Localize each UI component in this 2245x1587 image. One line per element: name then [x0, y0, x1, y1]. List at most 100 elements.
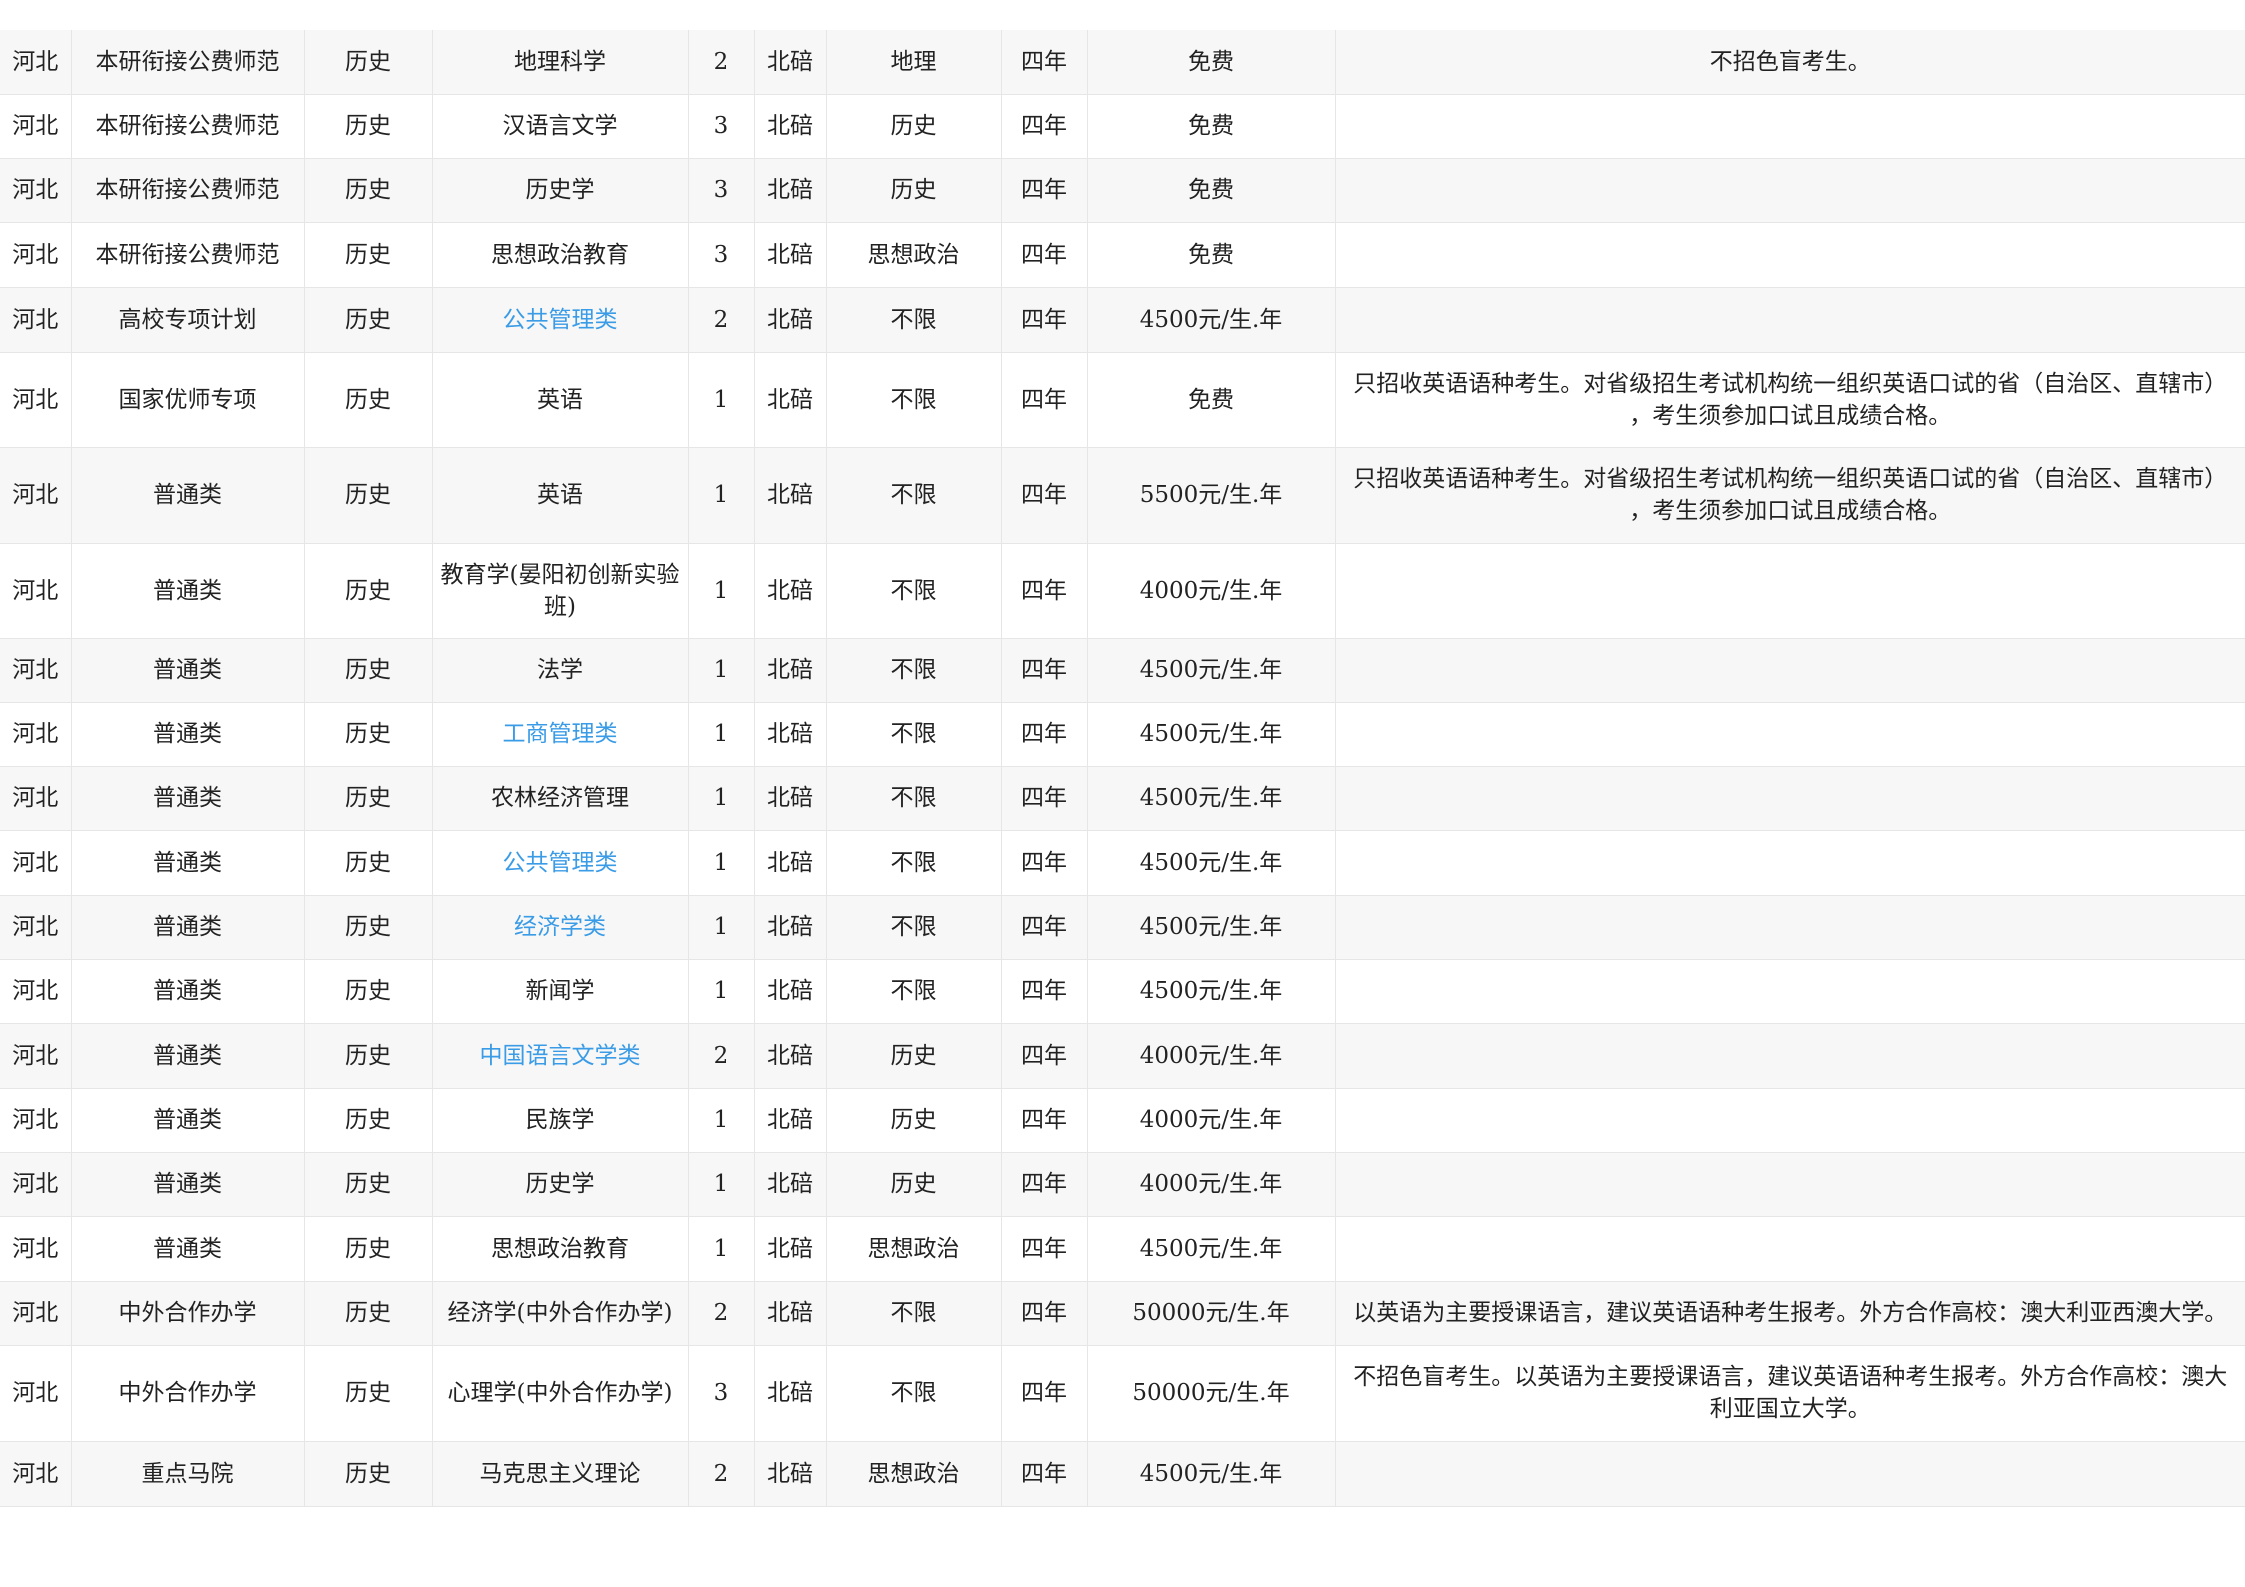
duration-cell: 四年	[1001, 638, 1088, 703]
major-cell[interactable]: 工商管理类	[432, 702, 689, 767]
fee-cell: 4500元/生.年	[1087, 766, 1336, 831]
subject-cell: 历史	[304, 30, 433, 95]
campus-cell: 北碚	[754, 830, 827, 896]
count-cell: 3	[688, 158, 755, 223]
requirement-cell: 不限	[826, 1345, 1002, 1442]
major-cell: 教育学(晏阳初创新实验班)	[432, 543, 689, 639]
fee-cell: 4500元/生.年	[1087, 830, 1336, 896]
major-cell[interactable]: 公共管理类	[432, 287, 689, 353]
subject-cell: 历史	[304, 1216, 433, 1282]
major-cell[interactable]: 中国语言文学类	[432, 1023, 689, 1089]
campus-cell: 北碚	[754, 447, 827, 544]
province-cell: 河北	[0, 1216, 72, 1282]
subject-cell: 历史	[304, 1152, 433, 1217]
duration-cell: 四年	[1001, 1345, 1088, 1442]
fee-cell: 4500元/生.年	[1087, 1441, 1336, 1507]
requirement-cell: 不限	[826, 895, 1002, 960]
major-cell[interactable]: 公共管理类	[432, 830, 689, 896]
count-cell: 2	[688, 1281, 755, 1346]
major-cell: 历史学	[432, 1152, 689, 1217]
campus-cell: 北碚	[754, 959, 827, 1024]
duration-cell: 四年	[1001, 702, 1088, 767]
count-cell: 1	[688, 543, 755, 639]
campus-cell: 北碚	[754, 30, 827, 95]
category-cell: 本研衔接公费师范	[71, 222, 305, 288]
table-row: 河北 高校专项计划 历史 公共管理类 2 北碚 不限 四年 4500元/生.年	[0, 287, 2245, 353]
category-cell: 普通类	[71, 702, 305, 767]
note-cell: 只招收英语语种考生。对省级招生考试机构统一组织英语口试的省（自治区、直辖市） ，考…	[1335, 352, 2245, 448]
campus-cell: 北碚	[754, 1023, 827, 1089]
fee-cell: 50000元/生.年	[1087, 1281, 1336, 1346]
requirement-cell: 历史	[826, 158, 1002, 223]
duration-cell: 四年	[1001, 94, 1088, 159]
category-cell: 普通类	[71, 1216, 305, 1282]
count-cell: 2	[688, 1023, 755, 1089]
major-cell: 思想政治教育	[432, 222, 689, 288]
campus-cell: 北碚	[754, 543, 827, 639]
requirement-cell: 历史	[826, 1088, 1002, 1153]
subject-cell: 历史	[304, 543, 433, 639]
table-row: 河北 重点马院 历史 马克思主义理论 2 北碚 思想政治 四年 4500元/生.年	[0, 1441, 2245, 1507]
note-cell	[1335, 830, 2245, 896]
fee-cell: 4500元/生.年	[1087, 959, 1336, 1024]
note-cell: 只招收英语语种考生。对省级招生考试机构统一组织英语口试的省（自治区、直辖市） ，考…	[1335, 447, 2245, 544]
duration-cell: 四年	[1001, 895, 1088, 960]
major-cell: 英语	[432, 447, 689, 544]
fee-cell: 4500元/生.年	[1087, 895, 1336, 960]
enrollment-table-container: 河北 本研衔接公费师范 历史 地理科学 2 北碚 地理 四年 免费 不招色盲考生。 河北 本研衔接公费…	[0, 30, 2245, 1507]
category-cell: 普通类	[71, 638, 305, 703]
note-cell	[1335, 959, 2245, 1024]
table-row: 河北 普通类 历史 中国语言文学类 2 北碚 历史 四年 4000元/生.年	[0, 1023, 2245, 1089]
major-cell: 农林经济管理	[432, 766, 689, 831]
count-cell: 1	[688, 1216, 755, 1282]
category-cell: 普通类	[71, 1152, 305, 1217]
enrollment-table: 河北 本研衔接公费师范 历史 地理科学 2 北碚 地理 四年 免费 不招色盲考生。 河北 本研衔接公费…	[0, 30, 2245, 1507]
requirement-cell: 历史	[826, 94, 1002, 159]
count-cell: 1	[688, 352, 755, 448]
subject-cell: 历史	[304, 1281, 433, 1346]
campus-cell: 北碚	[754, 766, 827, 831]
province-cell: 河北	[0, 1345, 72, 1442]
count-cell: 1	[688, 638, 755, 703]
category-cell: 高校专项计划	[71, 287, 305, 353]
campus-cell: 北碚	[754, 1345, 827, 1442]
province-cell: 河北	[0, 94, 72, 159]
count-cell: 1	[688, 702, 755, 767]
category-cell: 普通类	[71, 447, 305, 544]
province-cell: 河北	[0, 352, 72, 448]
count-cell: 1	[688, 830, 755, 896]
duration-cell: 四年	[1001, 158, 1088, 223]
duration-cell: 四年	[1001, 1088, 1088, 1153]
requirement-cell: 思想政治	[826, 1216, 1002, 1282]
requirement-cell: 不限	[826, 830, 1002, 896]
requirement-cell: 思想政治	[826, 1441, 1002, 1507]
major-cell: 英语	[432, 352, 689, 448]
major-cell: 思想政治教育	[432, 1216, 689, 1282]
category-cell: 普通类	[71, 959, 305, 1024]
campus-cell: 北碚	[754, 1441, 827, 1507]
campus-cell: 北碚	[754, 1152, 827, 1217]
note-cell	[1335, 1441, 2245, 1507]
major-cell[interactable]: 经济学类	[432, 895, 689, 960]
province-cell: 河北	[0, 30, 72, 95]
table-row: 河北 本研衔接公费师范 历史 历史学 3 北碚 历史 四年 免费	[0, 158, 2245, 223]
subject-cell: 历史	[304, 959, 433, 1024]
note-cell	[1335, 895, 2245, 960]
province-cell: 河北	[0, 702, 72, 767]
subject-cell: 历史	[304, 94, 433, 159]
province-cell: 河北	[0, 287, 72, 353]
table-row: 河北 普通类 历史 历史学 1 北碚 历史 四年 4000元/生.年	[0, 1152, 2245, 1217]
category-cell: 国家优师专项	[71, 352, 305, 448]
province-cell: 河北	[0, 638, 72, 703]
count-cell: 1	[688, 447, 755, 544]
count-cell: 2	[688, 287, 755, 353]
requirement-cell: 历史	[826, 1023, 1002, 1089]
count-cell: 1	[688, 959, 755, 1024]
fee-cell: 4000元/生.年	[1087, 543, 1336, 639]
campus-cell: 北碚	[754, 702, 827, 767]
requirement-cell: 思想政治	[826, 222, 1002, 288]
note-cell	[1335, 1023, 2245, 1089]
subject-cell: 历史	[304, 895, 433, 960]
province-cell: 河北	[0, 447, 72, 544]
note-cell	[1335, 1216, 2245, 1282]
